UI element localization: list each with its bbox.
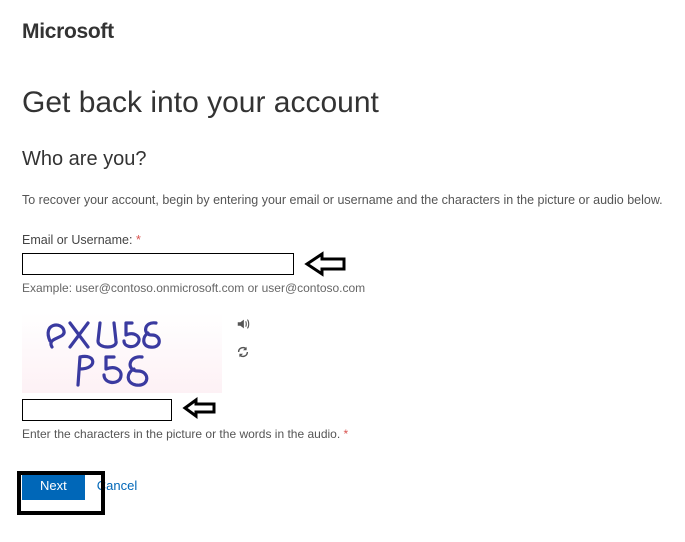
next-button[interactable]: Next [22,471,85,500]
audio-icon[interactable] [236,317,250,331]
captcha-image [22,313,222,393]
required-indicator: * [344,427,349,441]
cancel-link[interactable]: Cancel [97,478,137,493]
email-example-text: Example: user@contoso.onmicrosoft.com or… [22,281,663,295]
arrow-annotation-icon [304,251,348,277]
arrow-annotation-icon [182,397,218,419]
email-label-text: Email or Username: [22,233,132,247]
captcha-hint-text: Enter the characters in the picture or t… [22,427,663,441]
refresh-icon[interactable] [236,345,250,359]
email-input[interactable] [22,253,294,275]
page-subtitle: Who are you? [22,148,663,171]
email-label: Email or Username: * [22,233,663,247]
page-title: Get back into your account [22,86,663,120]
captcha-input[interactable] [22,399,172,421]
instruction-text: To recover your account, begin by enteri… [22,193,663,207]
brand-logo: Microsoft [22,20,663,44]
captcha-hint-label: Enter the characters in the picture or t… [22,427,340,441]
required-indicator: * [136,233,141,247]
